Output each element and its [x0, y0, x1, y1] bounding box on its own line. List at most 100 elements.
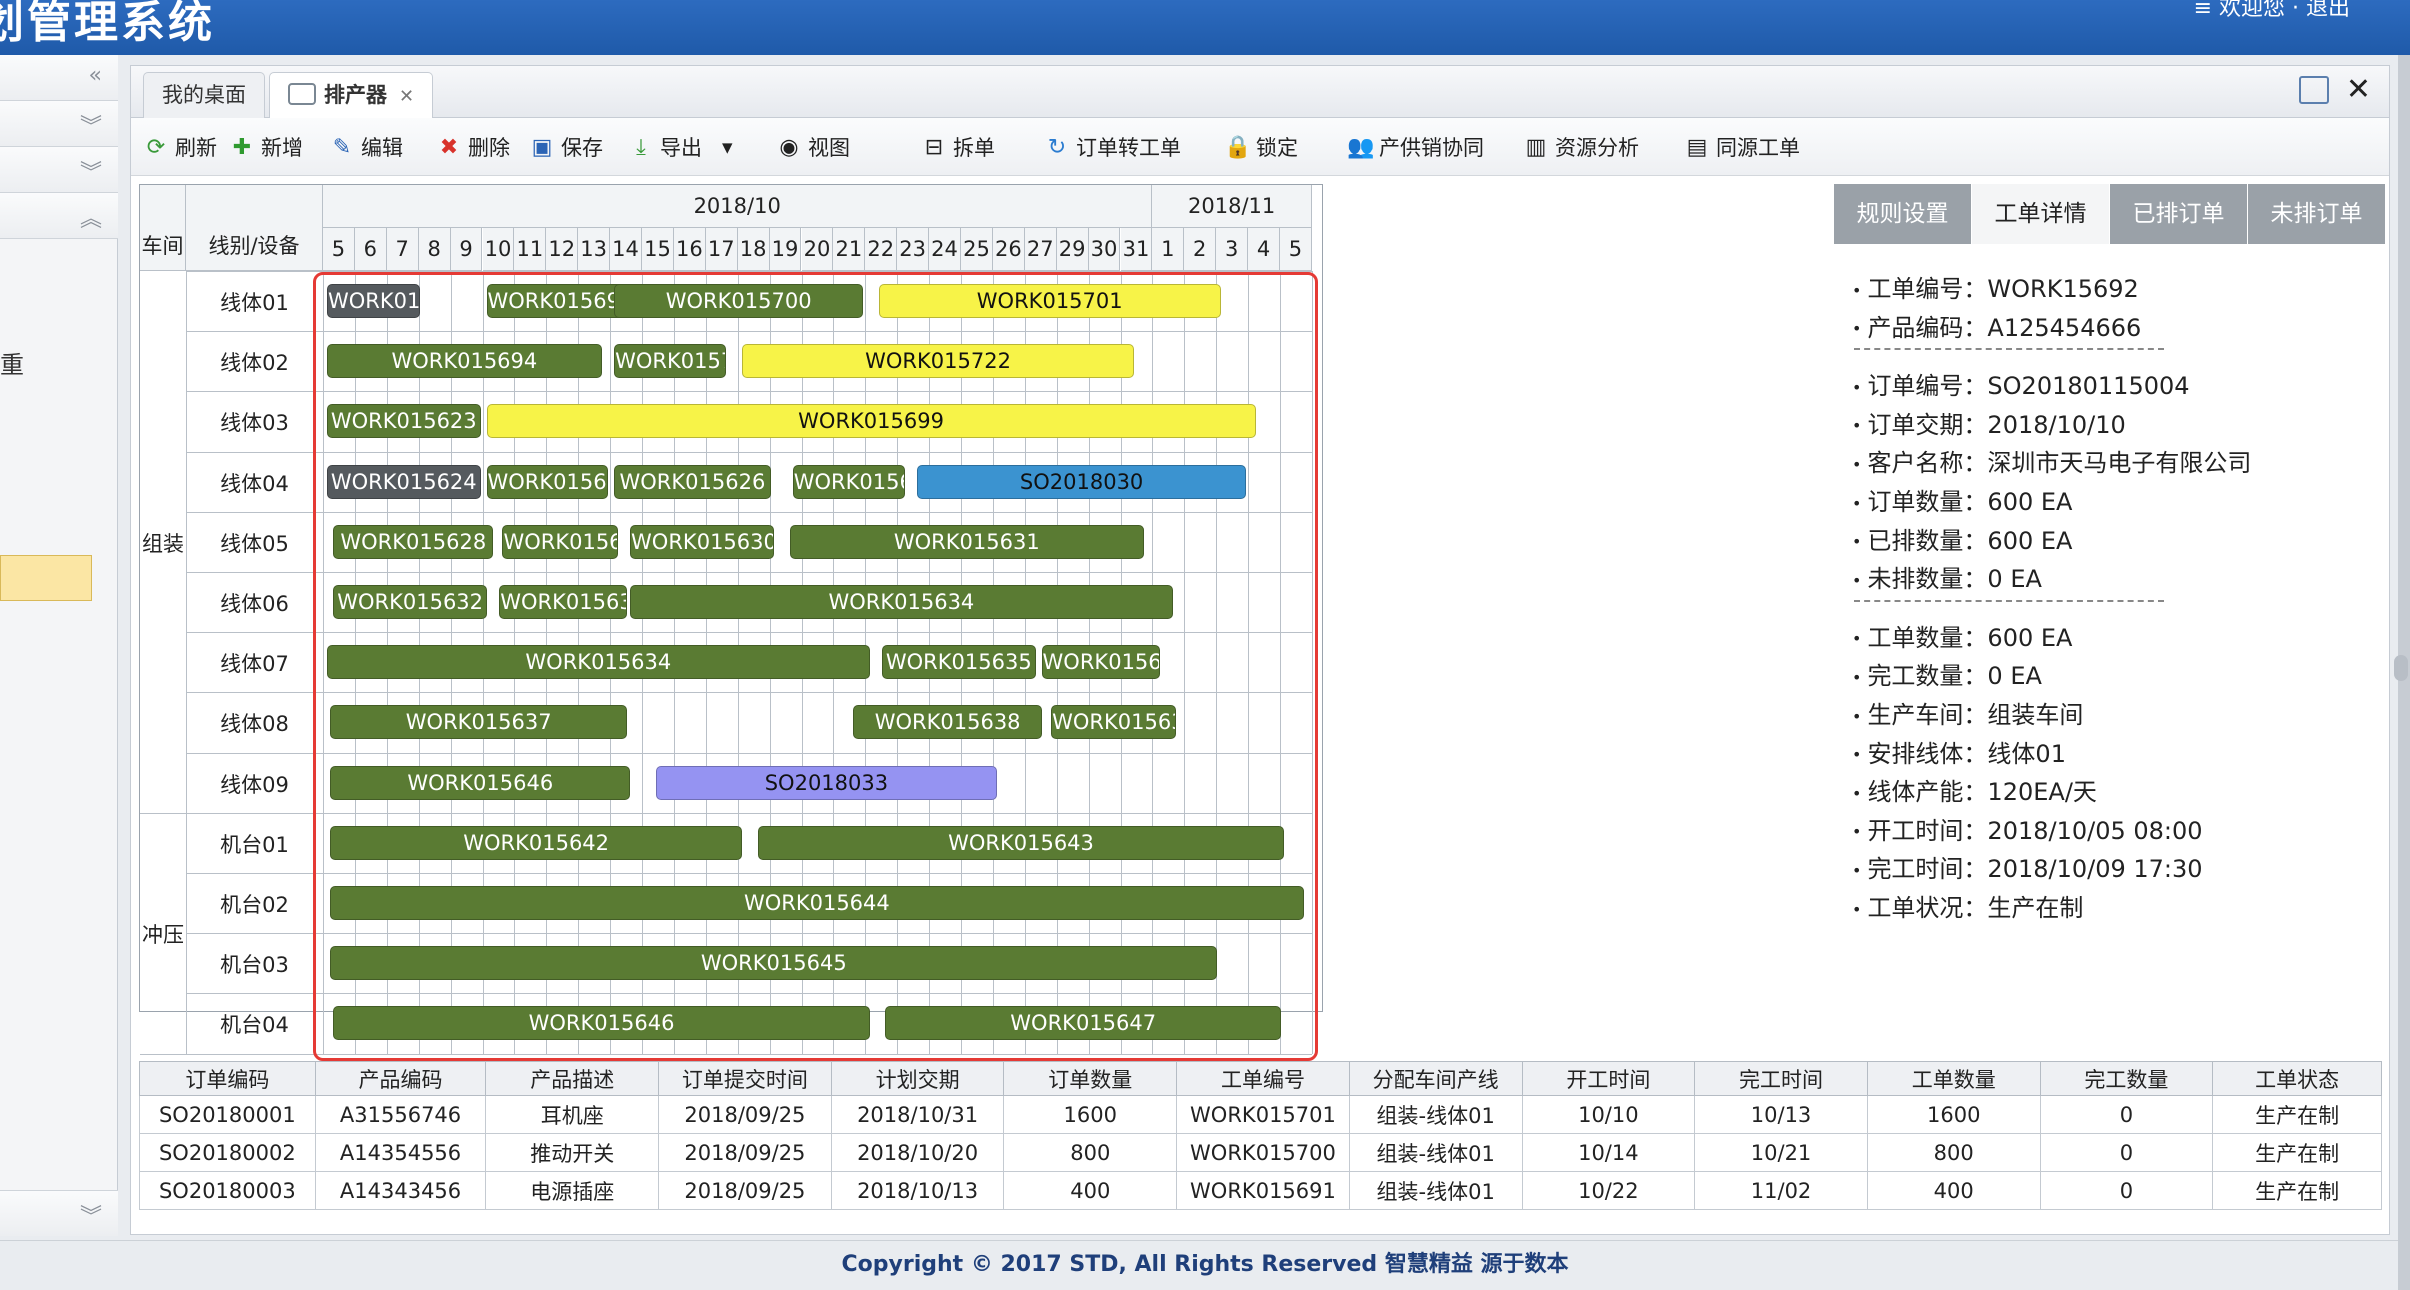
day-header: 16 [673, 228, 706, 271]
table-header-cell[interactable]: 订单编码 [139, 1061, 316, 1096]
table-row[interactable]: SO20180002 A14354556 推动开关 2018/09/25 2018/10… [139, 1133, 2382, 1172]
bullet-icon: • [1852, 822, 1862, 842]
gantt-bar-scheduled[interactable]: WORK015627 [792, 464, 905, 499]
gantt-bar-scheduled[interactable]: WORK015643 [757, 825, 1285, 860]
gantt-bar-scheduled[interactable]: WORK015630 [630, 524, 774, 559]
gantt-bar-pending[interactable]: WORK015701 [878, 284, 1221, 318]
table-cell: 0 [2039, 1133, 2214, 1172]
gantt-bar-scheduled[interactable]: WORK015628 [333, 524, 494, 559]
gantt-bar-scheduled[interactable]: WORK015635 [882, 645, 1036, 680]
toolbar-button-8[interactable]: ⊟ 拆单 [921, 132, 995, 162]
gantt-bar-scheduled[interactable]: WORK015644 [330, 886, 1304, 920]
table-header-cell[interactable]: 工单编号 [1176, 1061, 1350, 1096]
table-header-cell[interactable]: 完工时间 [1694, 1061, 1868, 1096]
table-cell: 电源插座 [485, 1171, 660, 1210]
right-tab-1[interactable]: 规则设置 [1834, 184, 1972, 244]
day-header: 23 [897, 228, 930, 271]
table-header-cell[interactable]: 工单数量 [1866, 1061, 2041, 1096]
toolbar-button-7[interactable]: ◉ 视图 [776, 132, 850, 162]
table-header-cell[interactable]: 计划交期 [830, 1061, 1005, 1096]
sidebar-item-selected[interactable] [0, 555, 92, 601]
gantt-bar-scheduled[interactable]: WORK015625 [486, 464, 609, 499]
detail-text: 完工数量：0 EA [1867, 662, 2042, 691]
scheduler-icon [288, 83, 316, 105]
right-tab-3[interactable]: 已排订单 [2110, 184, 2248, 244]
toolbar-button-6[interactable]: ⤓ 导出 ▾ [628, 132, 733, 162]
double-chevron-down-icon[interactable]: ︾ [80, 109, 102, 141]
gantt-bar-scheduled[interactable]: WORK015700 [614, 284, 864, 318]
table-cell: 组装-线体01 [1348, 1171, 1523, 1210]
table-header-cell[interactable]: 完工数量 [2039, 1061, 2214, 1096]
right-scroll-edge[interactable] [2394, 55, 2410, 1290]
toolbar-button-9[interactable]: ↻ 订单转工单 [1044, 132, 1181, 162]
gantt-bar-scheduled[interactable]: WORK015634 [327, 645, 870, 680]
gantt-bar-scheduled[interactable]: WORK015642 [330, 825, 743, 860]
double-chevron-down-icon[interactable]: ︾ [80, 155, 102, 187]
gantt-bar-scheduled[interactable]: WORK015646 [333, 1006, 870, 1041]
table-header-cell[interactable]: 订单数量 [1003, 1061, 1178, 1096]
toolbar-button-2[interactable]: ✚ 新增 [229, 132, 303, 162]
gantt-bar-locked[interactable]: WORK015624 [327, 464, 481, 499]
gantt-bar-scheduled[interactable]: WORK015637 [330, 705, 628, 740]
toolbar-button-12[interactable]: ▥ 资源分析 [1523, 132, 1639, 162]
gantt-bar-scheduled[interactable]: WORK015634 [630, 585, 1173, 619]
sidebar-bottom-row[interactable]: ︾ [0, 1190, 118, 1236]
sidebar-item-text[interactable]: 重 [0, 345, 24, 380]
gantt-bar-scheduled[interactable]: WORK015647 [885, 1006, 1282, 1041]
gantt-bar-order[interactable]: SO2018030 [917, 464, 1247, 499]
maximize-icon[interactable] [2299, 76, 2329, 104]
tab-desktop[interactable]: 我的桌面 [143, 72, 265, 118]
gantt-bar-scheduled[interactable]: WORK015636 [1041, 645, 1160, 680]
toolbar-button-10[interactable]: 🔒 锁定 [1224, 132, 1298, 162]
table-header-cell[interactable]: 分配车间产线 [1348, 1061, 1523, 1096]
table-header-cell[interactable]: 产品描述 [485, 1061, 660, 1096]
close-icon[interactable]: ✕ [399, 86, 414, 107]
scroll-handle[interactable] [2394, 655, 2408, 681]
gantt-bar-locked[interactable]: WORK015692 [327, 284, 420, 318]
toolbar-button-11[interactable]: 👥 产供销协同 [1347, 132, 1484, 162]
detail-text: 客户名称：深圳市天马电子有限公司 [1867, 449, 2252, 478]
gantt-bar-scheduled[interactable]: WORK015645 [330, 946, 1218, 981]
toolbar-button-1[interactable]: ⟳ 刷新 [143, 132, 217, 162]
toolbar-button-4[interactable]: ✖ 删除 [436, 132, 510, 162]
gantt-bar-scheduled[interactable]: WORK015629 [502, 524, 618, 559]
double-chevron-left-icon[interactable]: « [89, 63, 102, 88]
gantt-bar-scheduled[interactable]: WORK015632 [333, 585, 487, 619]
gantt-bar-pending[interactable]: WORK015722 [741, 344, 1135, 379]
gantt-bar-scheduled[interactable]: WORK015694 [327, 344, 602, 379]
divider [1854, 599, 2164, 602]
table-header-cell[interactable]: 订单提交时间 [658, 1061, 832, 1096]
close-window-icon[interactable]: ✕ [2346, 72, 2371, 107]
gantt-bar-scheduled[interactable]: WORK015646 [330, 765, 631, 800]
double-chevron-up-icon[interactable]: ︽ [80, 201, 102, 233]
user-area[interactable]: ≡ 欢迎您 · 退出 [2194, 0, 2350, 22]
table-row[interactable]: SO20180001 A31556746 耳机座 2018/09/25 2018/10/… [139, 1095, 2382, 1134]
tab-scheduler[interactable]: 排产器 ✕ [269, 72, 434, 119]
gantt-bar-scheduled[interactable]: WORK015623 [327, 404, 481, 439]
sidebar-menu-2[interactable]: ︾ [0, 147, 118, 193]
gantt-bar-unscheduled[interactable]: SO2018033 [655, 765, 998, 800]
gantt-bar-scheduled[interactable]: WORK015626 [614, 464, 771, 499]
gantt-bar-scheduled[interactable]: WORK015638 [853, 705, 1042, 740]
gantt-bar-scheduled[interactable]: WORK015721 [614, 344, 727, 379]
gantt-bar-scheduled[interactable]: WORK015639 [1051, 705, 1176, 740]
table-header-cell[interactable]: 产品编码 [314, 1061, 487, 1096]
toolbar-button-3[interactable]: ✎ 编辑 [329, 132, 403, 162]
table-row[interactable]: SO20180003 A14343456 电源插座 2018/09/25 2018/10… [139, 1171, 2382, 1210]
gantt-bar-scheduled[interactable]: WORK015633 [499, 585, 628, 619]
toolbar-button-5[interactable]: ▣ 保存 [529, 132, 603, 162]
double-chevron-down-icon[interactable]: ︾ [80, 1199, 102, 1231]
gantt-bar-pending[interactable]: WORK015699 [486, 404, 1256, 439]
grid-row-line [186, 572, 1312, 573]
right-tab-2[interactable]: 工单详情 [1972, 184, 2110, 244]
toolbar-button-13[interactable]: ▤ 同源工单 [1684, 132, 1800, 162]
gantt-bar-scheduled[interactable]: WORK015631 [789, 524, 1145, 559]
table-header-cell[interactable]: 工单状态 [2212, 1061, 2382, 1096]
sidebar-menu-1[interactable]: ︾ [0, 101, 118, 147]
sidebar-menu-3[interactable]: ︽ [0, 193, 118, 239]
gantt-bar-scheduled[interactable]: WORK015691 [486, 284, 625, 318]
caret-down-icon[interactable]: ▾ [722, 135, 733, 159]
table-header-cell[interactable]: 开工时间 [1521, 1061, 1696, 1096]
right-tab-4[interactable]: 未排订单 [2248, 184, 2386, 244]
sidebar-collapse-row[interactable]: « [0, 55, 118, 101]
